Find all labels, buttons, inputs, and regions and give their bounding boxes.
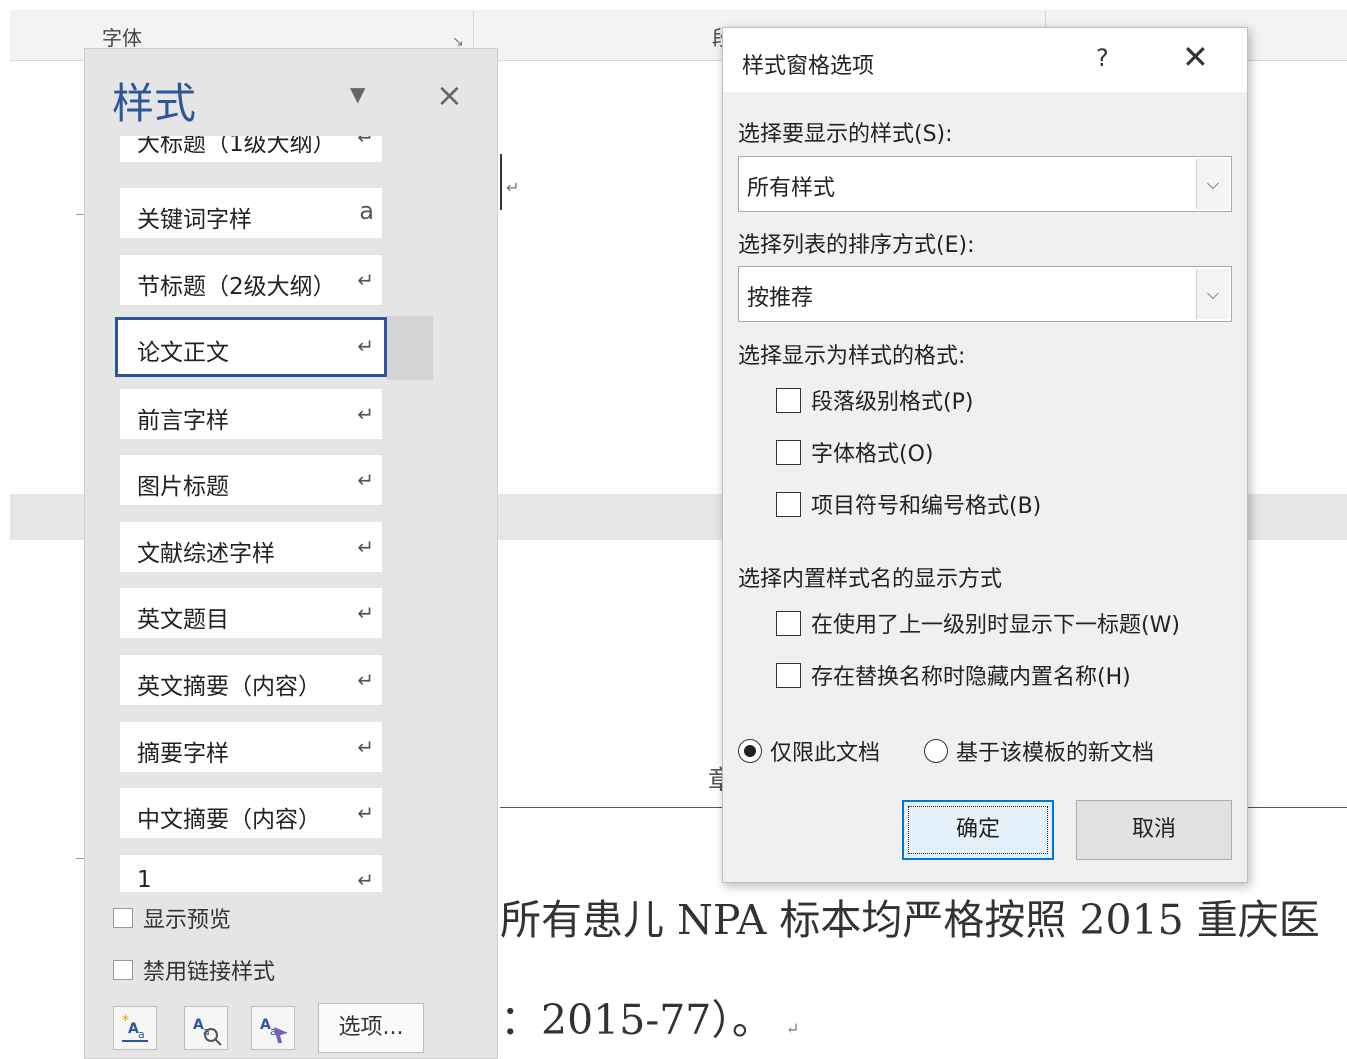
select-styles-label: 选择要显示的样式(S): (738, 122, 953, 147)
styles-to-show-select[interactable]: 所有样式 ⌵ (738, 156, 1232, 212)
new-style-icon: * A a (122, 1013, 148, 1042)
pane-options-dropdown-icon[interactable]: ▼ (350, 82, 365, 106)
checkbox-label: 禁用链接样式 (143, 960, 276, 985)
style-item[interactable]: 英文题目 ↵ (120, 588, 382, 638)
radio-label: 仅限此文档 (770, 741, 881, 766)
checkbox-label: 显示预览 (143, 908, 232, 933)
radio-selected-icon (738, 739, 762, 763)
style-item[interactable]: 文献综述字样 ↵ (120, 522, 382, 572)
paragraph-style-icon: ↵ (357, 468, 374, 492)
options-button[interactable]: 选项... (318, 1003, 424, 1053)
style-item-label: 1 (137, 867, 152, 892)
select-value: 所有样式 (747, 176, 836, 201)
style-item-selected[interactable]: 论文正文 ↵ (115, 317, 387, 377)
style-item[interactable]: 大标题（1级大纲） ↵ (120, 136, 382, 162)
new-style-button[interactable]: * A a (113, 1006, 157, 1050)
bullets-numbering-format-checkbox[interactable]: 项目符号和编号格式(B) (776, 488, 1041, 520)
paragraph-style-icon: ↵ (357, 801, 374, 825)
checkbox-label: 存在替换名称时隐藏内置名称(H) (811, 665, 1131, 690)
style-item[interactable]: 中文摘要（内容） ↵ (120, 788, 382, 838)
paragraph-style-icon: ↵ (357, 402, 374, 426)
selected-item-hover (387, 316, 433, 380)
style-inspector-icon: A a (193, 1017, 222, 1046)
style-item-label: 论文正文 (137, 340, 229, 366)
checkbox-box (776, 610, 801, 636)
style-item[interactable]: 1 ↵ (120, 855, 382, 892)
new-documents-template-radio[interactable]: 基于该模板的新文档 (924, 735, 1154, 767)
style-item-label: 摘要字样 (137, 741, 229, 767)
cancel-button[interactable]: 取消 (1076, 800, 1232, 860)
style-item-label: 文献综述字样 (137, 541, 275, 567)
checkbox-box (113, 908, 133, 928)
radio-label: 基于该模板的新文档 (956, 741, 1155, 766)
svg-text:a: a (138, 1028, 145, 1041)
style-inspector-button[interactable]: A a (184, 1006, 228, 1050)
paragraph-style-icon: ↵ (357, 334, 374, 358)
document-body-line[interactable]: 所有患儿 NPA 标本均严格按照 2015 重庆医 (500, 886, 1320, 946)
focus-ring (908, 806, 1048, 854)
checkbox-box (776, 662, 801, 688)
paragraph-level-format-checkbox[interactable]: 段落级别格式(P) (776, 384, 973, 416)
builtin-names-label: 选择内置样式名的显示方式 (738, 567, 1003, 592)
style-item[interactable]: 前言字样 ↵ (120, 389, 382, 439)
close-icon[interactable]: × (436, 76, 463, 114)
style-item-label: 节标题（2级大纲） (137, 274, 336, 300)
manage-styles-icon: A a (260, 1017, 288, 1043)
document-body-text: ：2015-77）。 (500, 996, 773, 1044)
ribbon-group-font-label: 字体 (102, 26, 142, 50)
style-list[interactable]: 大标题（1级大纲） ↵ 关键词字样 a 节标题（2级大纲） ↵ 论文正文 ↵ 前… (104, 136, 444, 892)
style-item[interactable]: 关键词字样 a (120, 188, 382, 238)
ok-button[interactable]: 确定 (902, 800, 1054, 860)
style-item-label: 前言字样 (137, 408, 229, 434)
hide-builtin-name-checkbox[interactable]: 存在替换名称时隐藏内置名称(H) (776, 659, 1131, 691)
radio-unselected-icon (924, 739, 948, 763)
paragraph-mark: ↵ (785, 1019, 800, 1038)
chevron-down-icon: ⌵ (1196, 159, 1229, 209)
checkbox-label: 字体格式(O) (811, 442, 934, 467)
style-item-label: 中文摘要（内容） (137, 807, 321, 833)
checkbox-label: 项目符号和编号格式(B) (811, 494, 1042, 519)
style-item-label: 图片标题 (137, 474, 229, 500)
style-item[interactable]: 节标题（2级大纲） ↵ (120, 255, 382, 305)
format-as-styles-label: 选择显示为样式的格式: (738, 344, 966, 369)
show-next-heading-checkbox[interactable]: 在使用了上一级别时显示下一标题(W) (776, 607, 1180, 639)
font-format-checkbox[interactable]: 字体格式(O) (776, 436, 933, 468)
checkbox-box (776, 439, 801, 465)
style-item[interactable]: 英文摘要（内容） ↵ (120, 655, 382, 705)
dialog-title: 样式窗格选项 (742, 54, 875, 79)
sort-order-label: 选择列表的排序方式(E): (738, 233, 975, 258)
checkbox-label: 段落级别格式(P) (811, 390, 974, 415)
style-item[interactable]: 图片标题 ↵ (120, 455, 382, 505)
chevron-down-icon: ⌵ (1196, 269, 1229, 319)
styles-pane-title: 样式 (112, 79, 197, 128)
style-item-label: 大标题（1级大纲） (137, 136, 336, 157)
checkbox-box (776, 491, 801, 517)
paragraph-mark: ↵ (506, 178, 520, 197)
paragraph-style-icon: ↵ (357, 601, 374, 625)
style-item[interactable]: 摘要字样 ↵ (120, 722, 382, 772)
paragraph-style-icon: ↵ (357, 136, 374, 149)
character-style-icon: a (359, 197, 374, 225)
sort-order-select[interactable]: 按推荐 ⌵ (738, 266, 1232, 322)
only-this-document-radio[interactable]: 仅限此文档 (738, 735, 880, 767)
show-preview-checkbox[interactable]: 显示预览 (113, 902, 231, 934)
manage-styles-button[interactable]: A a (251, 1006, 295, 1050)
checkbox-label: 在使用了上一级别时显示下一标题(W) (811, 613, 1180, 638)
close-icon[interactable]: ✕ (1182, 38, 1209, 76)
text-cursor (500, 154, 502, 210)
style-item-label: 关键词字样 (137, 207, 252, 233)
paragraph-style-icon: ↵ (357, 535, 374, 559)
select-value: 按推荐 (747, 286, 814, 311)
help-icon[interactable]: ? (1096, 44, 1109, 72)
style-item-label: 英文题目 (137, 607, 229, 633)
paragraph-style-icon: ↵ (357, 268, 374, 292)
document-body-line[interactable]: ：2015-77）。 ↵ (500, 986, 799, 1046)
style-item-label: 英文摘要（内容） (137, 674, 321, 700)
disable-linked-styles-checkbox[interactable]: 禁用链接样式 (113, 954, 275, 986)
paragraph-style-icon: ↵ (357, 735, 374, 759)
paragraph-style-icon: ↵ (357, 868, 374, 892)
checkbox-box (776, 387, 801, 413)
checkbox-box (113, 960, 133, 980)
paragraph-style-icon: ↵ (357, 668, 374, 692)
